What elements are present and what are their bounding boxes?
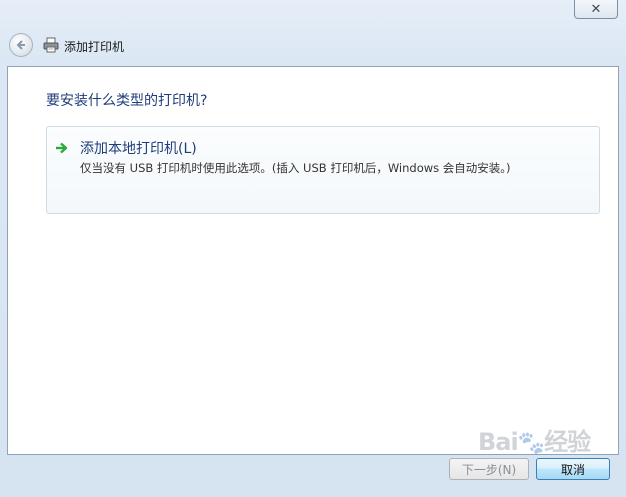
option-title: 添加本地打印机(L) [80, 141, 197, 157]
back-arrow-icon [16, 40, 25, 50]
option-description: 仅当没有 USB 打印机时使用此选项。(插入 USB 打印机后，Windows … [80, 161, 511, 175]
page-heading: 要安装什么类型的打印机? [46, 93, 208, 109]
close-button[interactable]: ✕ [574, 0, 618, 19]
window-title: 添加打印机 [64, 40, 125, 54]
close-icon: ✕ [590, 1, 602, 17]
printer-icon [43, 37, 59, 53]
option-add-local-printer[interactable]: 添加本地打印机(L) 仅当没有 USB 打印机时使用此选项。(插入 USB 打印… [46, 126, 600, 214]
next-button[interactable]: 下一步(N) [449, 458, 529, 480]
cancel-button[interactable]: 取消 [536, 458, 610, 480]
back-button[interactable] [9, 33, 33, 57]
green-arrow-icon [56, 142, 68, 154]
content-pane: 要安装什么类型的打印机? 添加本地打印机(L) 仅当没有 USB 打印机时使用此… [7, 66, 619, 455]
